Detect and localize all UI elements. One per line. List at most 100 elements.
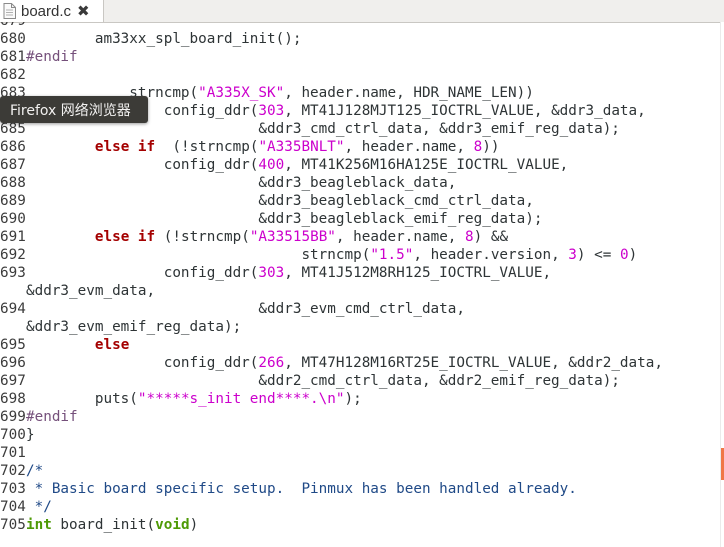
code-token: ) [189,517,199,533]
code-line: &ddr3_evm_data, [0,282,720,300]
line-number: 694 [0,301,26,317]
code-token: board_init( [51,517,156,533]
code-line: 698 puts("*****s_init end****.\n"); [0,390,720,408]
code-token: &ddr3_beagleblack_data, [26,175,457,191]
code-token: /* [26,463,44,479]
line-number: 679 [0,22,26,30]
code-token: strncmp( [26,247,371,263]
launcher-tooltip: Firefox 网络浏览器 [0,96,148,123]
code-line: 704 */ [0,498,720,516]
code-line: 691 else if (!strncmp("A33515BB", header… [0,228,720,246]
code-line: 701 [0,444,720,462]
code-token: &ddr3_evm_data, [26,283,156,299]
code-token: "A33515BB" [249,229,336,245]
code-token: am33xx_spl_board_init(); [26,31,302,47]
code-token: int [26,517,52,533]
code-line: 679 [0,22,720,30]
code-token: else if [94,139,156,155]
code-token: ); [344,391,362,407]
code-line: 703 * Basic board specific setup. Pinmux… [0,480,720,498]
code-line: 700} [0,426,720,444]
line-number: 693 [0,265,26,281]
code-token: 303 [258,103,285,119]
tab-board-c[interactable]: board.c ✖ [0,0,104,22]
code-line: &ddr3_evm_emif_reg_data); [0,318,720,336]
code-token: else [94,337,130,353]
code-token: config_ddr( [26,157,259,173]
line-number: 682 [0,67,26,83]
line-number: 687 [0,157,26,173]
code-token: (!strncmp( [155,139,259,155]
code-token: &ddr3_cmd_ctrl_data, &ddr3_emif_reg_data… [26,121,620,137]
code-token: * Basic board specific setup. Pinmux has… [26,481,577,497]
code-line: 688 &ddr3_beagleblack_data, [0,174,720,192]
code-token: , header.version, [413,247,569,263]
tab-bar: board.c ✖ [0,0,724,23]
code-token: "A335BNLT" [258,139,345,155]
code-token: ) [628,247,638,263]
code-token: 3 [568,247,577,263]
code-line: 692 strncmp("1.5", header.version, 3) <=… [0,246,720,264]
code-token: , MT41J512M8RH125_IOCTRL_VALUE, [284,265,552,281]
code-line: 699#endif [0,408,720,426]
line-number: 686 [0,139,26,155]
line-number: 692 [0,247,26,263]
code-token: else if [94,229,156,245]
code-line: 687 config_ddr(400, MT41K256M16HA125E_IO… [0,156,720,174]
code-token: 303 [258,265,285,281]
code-token: ) <= [576,247,620,263]
code-line: 681#endif [0,48,720,66]
code-line: 695 else [0,336,720,354]
line-number: 700 [0,427,26,443]
code-token: } [26,427,35,443]
line-number: 697 [0,373,26,389]
code-line: 693 config_ddr(303, MT41J512M8RH125_IOCT… [0,264,720,282]
code-token: config_ddr( [26,265,259,281]
code-line: 697 &ddr2_cmd_ctrl_data, &ddr2_emif_reg_… [0,372,720,390]
code-token: 400 [258,157,285,173]
code-token: &ddr3_beagleblack_emif_reg_data); [26,211,543,227]
code-token: &ddr3_evm_emif_reg_data); [26,319,242,335]
code-line: 689 &ddr3_beagleblack_cmd_ctrl_data, [0,192,720,210]
code-token: &ddr3_beagleblack_cmd_ctrl_data, [26,193,534,209]
code-token: puts( [26,391,138,407]
code-token: &ddr3_evm_cmd_ctrl_data, [26,301,465,317]
code-line: 705int board_init(void) [0,516,720,534]
code-token: #endif [26,409,78,425]
line-number: 703 [0,481,26,497]
tooltip-text: Firefox 网络浏览器 [10,102,131,119]
code-line: 680 am33xx_spl_board_init(); [0,30,720,48]
code-token: void [155,517,190,533]
code-line: 702/* [0,462,720,480]
code-line: 694 &ddr3_evm_cmd_ctrl_data, [0,300,720,318]
line-number: 704 [0,499,26,515]
line-number: 689 [0,193,26,209]
line-number: 681 [0,49,26,65]
code-line: 696 config_ddr(266, MT47H128M16RT25E_IOC… [0,354,720,372]
code-token: 8 [465,229,474,245]
code-token: , MT41K256M16HA125E_IOCTRL_VALUE, [284,157,569,173]
line-number: 705 [0,517,26,533]
code-token: , header.name, HDR_NAME_LEN)) [284,85,534,101]
code-token: 266 [258,355,285,371]
code-token: , MT41J128MJT125_IOCTRL_VALUE, &ddr3_dat… [284,103,646,119]
line-number: 695 [0,337,26,353]
c-file-icon [1,3,18,20]
code-line: 690 &ddr3_beagleblack_emif_reg_data); [0,210,720,228]
code-line: 686 else if (!strncmp("A335BNLT", header… [0,138,720,156]
code-token: , header.name, [344,139,474,155]
code-token: */ [26,499,52,515]
code-token: , header.name, [335,229,466,245]
code-token: 0 [619,247,629,263]
code-token: &ddr2_cmd_ctrl_data, &ddr2_emif_reg_data… [26,373,620,389]
line-number: 699 [0,409,26,425]
close-icon[interactable]: ✖ [77,3,90,19]
code-token: "A335X_SK" [198,85,285,101]
line-number: 690 [0,211,26,227]
line-number: 696 [0,355,26,371]
line-number: 680 [0,31,26,47]
code-token: 8 [473,139,483,155]
line-number: 702 [0,463,26,479]
